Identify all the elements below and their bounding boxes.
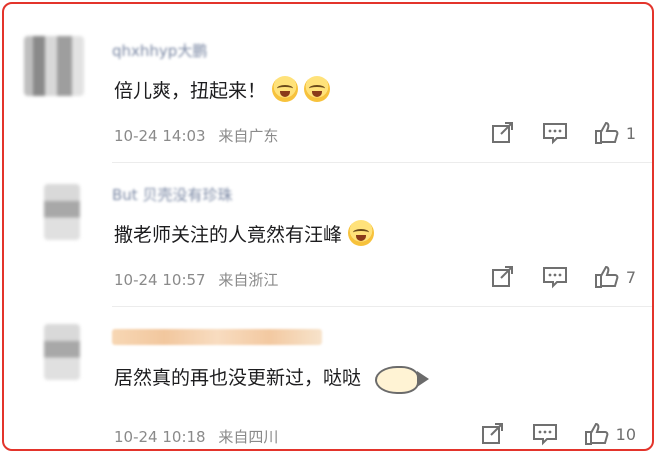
share-button[interactable] <box>480 422 506 446</box>
share-icon <box>491 122 513 143</box>
like-count: 10 <box>615 424 636 444</box>
comment-meta: 10-24 14:03 来自广东 <box>114 125 278 146</box>
comment-location: 来自广东 <box>218 127 279 145</box>
comment-time: 10-24 10:57 <box>114 271 206 289</box>
comment-text-content: 居然真的再也没更新过，哒哒 <box>114 367 362 389</box>
comment-text-content: 倍儿爽，扭起来！ <box>114 80 267 102</box>
highlight-frame: qhxhhyp大鹏 倍儿爽，扭起来！ 10-24 14:03 来自广东 1 Bu… <box>2 2 654 451</box>
comment-username[interactable]: qhxhhyp大鹏 <box>112 40 207 61</box>
avatar[interactable] <box>24 36 84 96</box>
like-count: 1 <box>625 123 636 143</box>
laugh-cry-emoji-icon <box>272 76 299 102</box>
comment-text: 撒老师关注的人竟然有汪峰 <box>114 220 375 247</box>
share-button[interactable] <box>490 265 516 289</box>
comment-meta: 10-24 10:18 来自四川 <box>114 426 278 447</box>
avatar[interactable] <box>44 324 80 380</box>
comment-item: But 贝壳没有珍珠 撒老师关注的人竟然有汪峰 10-24 10:57 来自浙江 <box>4 154 652 300</box>
reply-button[interactable] <box>542 265 568 289</box>
comment-time: 10-24 14:03 <box>114 127 206 145</box>
comment-location: 来自浙江 <box>218 271 279 289</box>
reply-button[interactable] <box>542 121 568 145</box>
thumbs-up-icon <box>584 422 609 445</box>
fish-sticker-icon <box>375 366 430 394</box>
share-icon <box>491 266 513 287</box>
avatar[interactable] <box>44 184 80 240</box>
share-button[interactable] <box>490 121 516 145</box>
comment-text: 居然真的再也没更新过，哒哒 <box>114 363 430 394</box>
like-button[interactable]: 7 <box>594 265 636 289</box>
comment-item: 居然真的再也没更新过，哒哒 10-24 10:18 来自四川 10 <box>4 299 652 447</box>
laugh-cry-emoji-icon <box>304 76 331 102</box>
like-count: 7 <box>625 267 636 287</box>
comment-text: 倍儿爽，扭起来！ <box>114 76 331 103</box>
comment-text-content: 撒老师关注的人竟然有汪峰 <box>114 224 343 246</box>
crying-emoji-icon <box>348 220 375 246</box>
comment-icon <box>532 424 557 446</box>
comment-time: 10-24 10:18 <box>114 428 206 446</box>
thumbs-up-icon <box>594 121 619 144</box>
reply-button[interactable] <box>532 422 558 446</box>
comment-location: 来自四川 <box>218 428 279 446</box>
comment-actions: 1 <box>464 121 636 145</box>
comment-icon <box>542 123 567 145</box>
comment-username-blurred[interactable] <box>112 329 322 345</box>
comment-actions: 7 <box>464 265 636 289</box>
comment-meta: 10-24 10:57 来自浙江 <box>114 269 278 290</box>
comment-item: qhxhhyp大鹏 倍儿爽，扭起来！ 10-24 14:03 来自广东 1 <box>4 4 652 150</box>
comment-username[interactable]: But 贝壳没有珍珠 <box>112 184 232 205</box>
like-button[interactable]: 10 <box>584 422 636 446</box>
share-icon <box>481 423 503 444</box>
thumbs-up-icon <box>594 265 619 288</box>
comment-actions: 10 <box>454 422 636 446</box>
comment-icon <box>542 267 567 289</box>
like-button[interactable]: 1 <box>594 121 636 145</box>
